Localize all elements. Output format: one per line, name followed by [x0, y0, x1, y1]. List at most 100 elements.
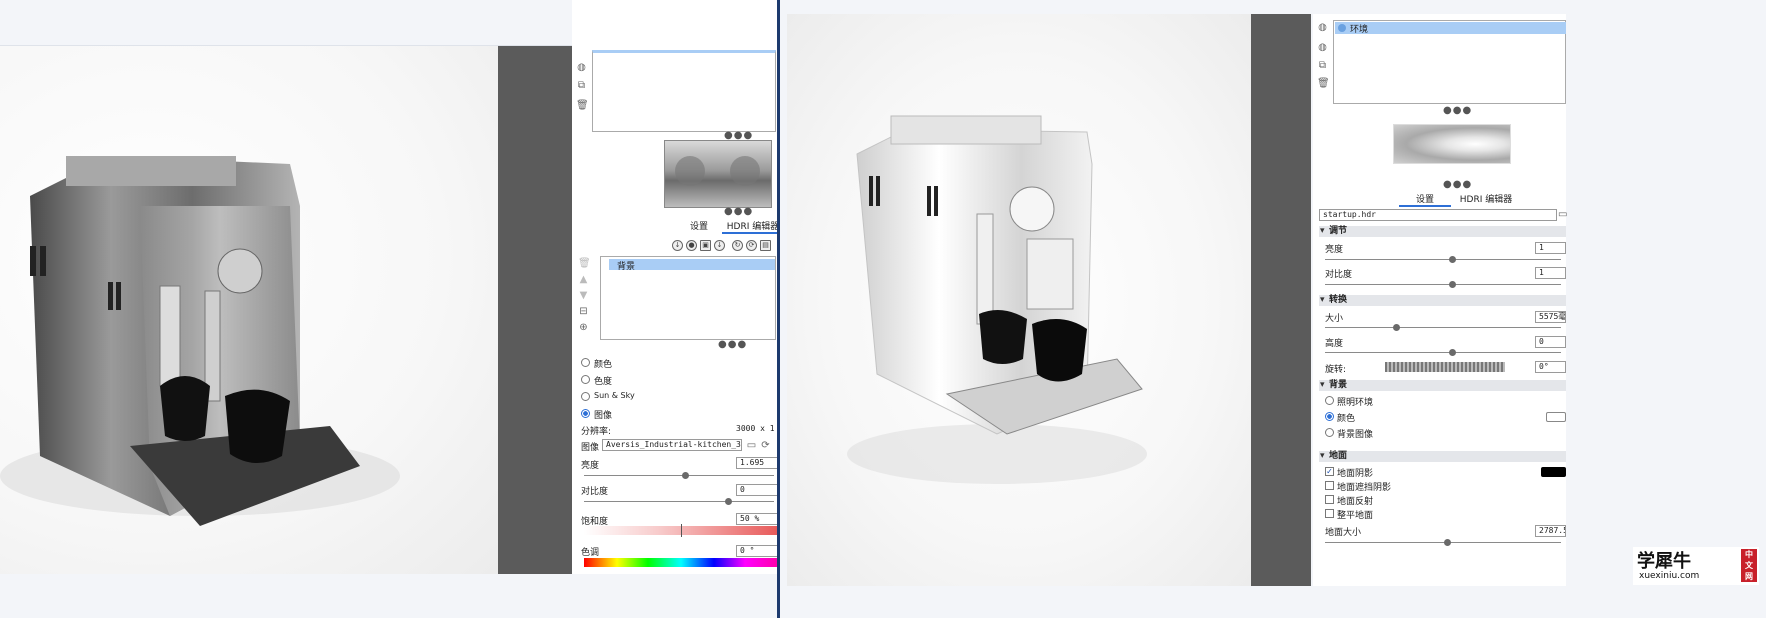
rect-light-icon[interactable]: ▣ [700, 240, 711, 251]
target-icon[interactable]: ⊕ [578, 322, 589, 333]
watermark-url: xuexiniu.com [1639, 571, 1700, 581]
bg-color-swatch[interactable] [1546, 412, 1566, 422]
layer-item-background[interactable]: 背景 [609, 259, 775, 272]
hue-field[interactable]: 0 ° [736, 545, 778, 557]
transform-height-field[interactable]: 0 [1535, 336, 1566, 348]
section-transform[interactable]: 转换 [1319, 295, 1566, 306]
tab-settings[interactable]: 设置 [1399, 192, 1451, 207]
contrast-field[interactable]: 0 [736, 484, 778, 496]
adjust-brightness-field[interactable]: 1 [1535, 242, 1566, 254]
duplicate-icon[interactable]: ⧉ [576, 80, 587, 91]
ground-shadow-color-swatch[interactable] [1541, 467, 1566, 477]
left-bottom-strip [0, 574, 572, 618]
brightness-field[interactable]: 1.695 [736, 457, 778, 469]
adjust-contrast-knob[interactable] [1449, 281, 1456, 288]
save-icon[interactable]: ▤ [760, 240, 771, 251]
light-icon[interactable]: ↓ [672, 240, 683, 251]
left-top-strip [0, 0, 572, 46]
check-flatten-ground[interactable] [1325, 509, 1334, 518]
left-render-viewport[interactable] [0, 46, 498, 574]
radio-color[interactable] [581, 358, 590, 367]
contrast-knob[interactable] [725, 498, 732, 505]
radio-bg-color[interactable] [1325, 412, 1334, 421]
ground-size-knob[interactable] [1444, 539, 1451, 546]
hue-gradient-slider[interactable] [584, 558, 778, 567]
open-folder-icon[interactable]: ⊟ [578, 306, 589, 317]
radio-bg-color-label: 颜色 [1337, 414, 1356, 424]
contrast-slider[interactable] [584, 501, 774, 502]
brightness-slider[interactable] [584, 475, 774, 476]
radio-image-label: 图像 [594, 411, 613, 421]
transform-size-slider[interactable] [1325, 327, 1561, 328]
transform-size-knob[interactable] [1393, 324, 1400, 331]
folder-icon[interactable]: ▭ [1558, 209, 1567, 220]
tab-hdri-editor[interactable]: HDRI 编辑器 [722, 219, 784, 234]
move-down-icon[interactable]: ▼ [578, 290, 589, 301]
saturation-field[interactable]: 50 % [736, 513, 778, 525]
rotation-dial-strip[interactable] [1385, 362, 1505, 372]
hue-label: 色调 [581, 548, 600, 558]
section-adjust[interactable]: 调节 [1319, 226, 1566, 237]
transform-height-knob[interactable] [1449, 349, 1456, 356]
adjust-brightness-label: 亮度 [1325, 245, 1344, 255]
radio-lighting-env-label: 照明环境 [1337, 398, 1374, 408]
move-up-icon[interactable]: ▲ [578, 274, 589, 285]
radio-image[interactable] [581, 409, 590, 418]
right-render-viewport[interactable] [787, 14, 1251, 586]
section-ground[interactable]: 地面 [1319, 451, 1566, 462]
environment-list[interactable] [592, 50, 776, 132]
tab-hdri-editor[interactable]: HDRI 编辑器 [1453, 192, 1519, 205]
transform-height-label: 高度 [1325, 339, 1344, 349]
sphere-icon[interactable]: ● [686, 240, 697, 251]
hdr-file-field[interactable]: startup.hdr [1319, 209, 1557, 221]
layer-list[interactable]: 背景 [600, 256, 776, 340]
section-background[interactable]: 背景 [1319, 380, 1566, 391]
folder-icon[interactable]: ▭ [746, 440, 757, 451]
adjust-contrast-slider[interactable] [1325, 284, 1561, 285]
brightness-knob[interactable] [682, 472, 689, 479]
radio-sun-sky[interactable] [581, 392, 590, 401]
contrast-label: 对比度 [581, 487, 609, 497]
resize-dots[interactable]: ●●● [1443, 105, 1472, 116]
right-window: ◍ ◍ ⧉ 🗑 环境 ●●● ●●● 设置 HDRI 编辑器 startup.h… [780, 0, 1766, 618]
ground-size-field[interactable]: 2787.5毫 [1535, 525, 1566, 537]
tab-settings[interactable]: 设置 [684, 219, 714, 232]
reload-icon[interactable]: ⟳ [760, 440, 771, 451]
check-ground-occlusion[interactable] [1325, 481, 1334, 490]
resolution-value: 3000 x 1 [736, 424, 775, 433]
transform-height-slider[interactable] [1325, 352, 1561, 353]
check-ground-reflection[interactable] [1325, 495, 1334, 504]
delete-icon[interactable]: 🗑 [576, 100, 589, 111]
adjust-contrast-field[interactable]: 1 [1535, 267, 1566, 279]
duplicate-icon[interactable]: ⧉ [1317, 60, 1328, 71]
image-file-field[interactable]: Aversis_Industrial-kitchen_3k.hdr [602, 439, 742, 451]
rotate-icon[interactable]: ↻ [732, 240, 743, 251]
transform-rotation-label: 旋转: [1325, 365, 1347, 375]
spot-icon[interactable]: ↓ [714, 240, 725, 251]
refresh-icon[interactable]: ⟳ [746, 240, 757, 251]
check-ground-occlusion-label: 地面遮挡阴影 [1337, 483, 1392, 493]
transform-size-field[interactable]: 5575毫米 [1535, 311, 1566, 323]
resize-dots-2[interactable]: ●●● [724, 206, 753, 217]
delete-icon[interactable]: 🗑 [1317, 78, 1330, 89]
saturation-marker[interactable] [681, 524, 682, 537]
sphere-icon[interactable]: ◍ [1317, 42, 1328, 53]
radio-sun-sky-label: Sun & Sky [594, 391, 635, 400]
trash-icon[interactable]: 🗑 [578, 258, 591, 269]
resize-dots-3[interactable]: ●●● [718, 339, 747, 350]
ground-size-slider[interactable] [1325, 542, 1561, 543]
adjust-brightness-knob[interactable] [1449, 256, 1456, 263]
radio-bg-image[interactable] [1325, 428, 1334, 437]
environment-list[interactable]: 环境 [1333, 20, 1566, 104]
check-ground-shadow[interactable]: ✓ [1325, 467, 1334, 476]
radio-chroma[interactable] [581, 375, 590, 384]
coffee-machine-render [0, 156, 400, 526]
resize-dots-2[interactable]: ●●● [1443, 179, 1472, 190]
radio-lighting-env[interactable] [1325, 396, 1334, 405]
globe-icon[interactable]: ◍ [576, 62, 587, 73]
transform-rotation-field[interactable]: 0° [1535, 361, 1566, 373]
radio-bg-image-label: 背景图像 [1337, 430, 1374, 440]
adjust-brightness-slider[interactable] [1325, 259, 1561, 260]
env-item[interactable]: 环境 [1335, 22, 1566, 35]
globe-icon[interactable]: ◍ [1317, 22, 1328, 33]
